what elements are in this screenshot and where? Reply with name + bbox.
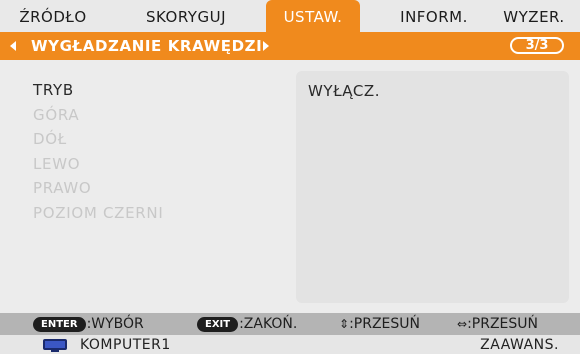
submenu-title-bar: WYGŁADZANIE KRAWĘDZI 3/3: [0, 32, 580, 60]
hint-updown: ⇕:PRZESUŃ: [339, 313, 420, 335]
leftright-arrows-icon: ⇔: [457, 317, 468, 331]
option-tryb[interactable]: TRYB: [33, 77, 163, 102]
status-bar: KOMPUTER1 ZAAWANS.: [0, 335, 580, 354]
value-panel: WYŁĄCZ.: [296, 71, 569, 303]
input-source-label: KOMPUTER1: [80, 337, 171, 353]
tab-skoryguj[interactable]: SKORYGUJ: [136, 0, 236, 32]
option-prawo: PRAWO: [33, 179, 92, 197]
arrow-left-icon[interactable]: [10, 41, 16, 51]
enter-hint-label: :WYBÓR: [86, 316, 144, 332]
submenu-title: WYGŁADZANIE KRAWĘDZI: [31, 37, 263, 55]
menu-tabs: ŹRÓDŁO SKORYGUJ USTAW. INFORM. WYZER.: [0, 0, 580, 32]
exit-key-icon: EXIT: [197, 317, 239, 332]
tab-inform[interactable]: INFORM.: [389, 0, 479, 32]
tab-wyzer[interactable]: WYZER.: [495, 0, 573, 32]
option-gora: GÓRA: [33, 105, 80, 124]
options-list: TRYB GÓRA DÓŁ LEWO PRAWO POZIOM CZERNI: [33, 77, 163, 224]
updown-hint-label: :PRZESUŃ: [349, 316, 420, 332]
hint-exit: EXIT:ZAKOŃ.: [197, 313, 297, 335]
arrow-right-icon[interactable]: [263, 41, 269, 51]
hint-enter: ENTER:WYBÓR: [33, 313, 144, 335]
projector-osd-menu: ŹRÓDŁO SKORYGUJ USTAW. INFORM. WYZER. WY…: [0, 0, 580, 354]
hint-leftright: ⇔:PRZESUŃ: [457, 313, 538, 335]
option-lewo: LEWO: [33, 154, 81, 173]
monitor-icon: [43, 339, 67, 352]
menu-mode-label: ZAAWANS.: [480, 337, 559, 353]
exit-hint-label: :ZAKOŃ.: [239, 316, 298, 332]
page-indicator: 3/3: [510, 37, 564, 54]
tab-zrodlo[interactable]: ŹRÓDŁO: [14, 0, 92, 32]
enter-key-icon: ENTER: [33, 317, 86, 332]
option-dol: DÓŁ: [33, 130, 67, 148]
key-hint-bar: ENTER:WYBÓR EXIT:ZAKOŃ. ⇕:PRZESUŃ ⇔:PRZE…: [0, 313, 580, 335]
option-poziom-czerni: POZIOM CZERNI: [33, 203, 164, 222]
leftright-hint-label: :PRZESUŃ: [467, 316, 538, 332]
mode-value[interactable]: WYŁĄCZ.: [308, 82, 380, 100]
tab-ustaw[interactable]: USTAW.: [266, 0, 360, 32]
updown-arrows-icon: ⇕: [339, 317, 350, 331]
